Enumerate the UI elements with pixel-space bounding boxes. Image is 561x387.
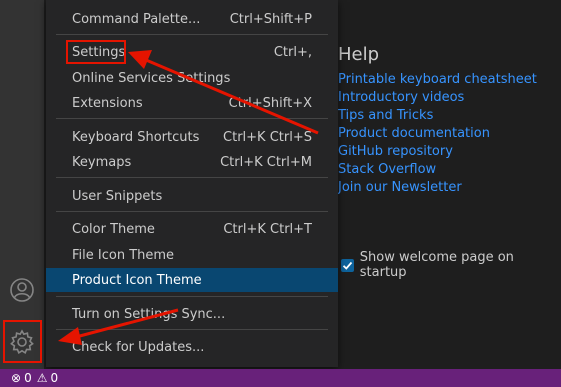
menu-separator: [56, 118, 328, 119]
menu-separator: [56, 211, 328, 212]
menu-item-shortcut: Ctrl+K Ctrl+T: [223, 221, 312, 237]
menu-item-label: Keymaps: [72, 154, 132, 170]
menu-item-command-palette[interactable]: Command Palette... Ctrl+Shift+P: [46, 7, 338, 31]
menu-separator: [56, 296, 328, 297]
gear-icon[interactable]: [0, 322, 44, 362]
welcome-checkbox[interactable]: [341, 258, 354, 272]
menu-item-label: Turn on Settings Sync...: [72, 306, 226, 322]
menu-item-product-icon-theme[interactable]: Product Icon Theme: [46, 268, 338, 292]
startup-option: Show welcome page on startup: [341, 250, 561, 280]
menu-item-label: Settings: [72, 44, 126, 60]
menu-item-file-icon-theme[interactable]: File Icon Theme: [46, 243, 338, 267]
menu-item-extensions[interactable]: Extensions Ctrl+Shift+X: [46, 91, 338, 115]
menu-item-label: Keyboard Shortcuts: [72, 129, 200, 145]
menu-item-shortcut: Ctrl+,: [273, 44, 312, 60]
help-link-github[interactable]: GitHub repository: [338, 143, 537, 161]
help-section: Help Printable keyboard cheatsheet Intro…: [338, 44, 537, 197]
menu-separator: [56, 177, 328, 178]
menu-item-keyboard-shortcuts[interactable]: Keyboard Shortcuts Ctrl+K Ctrl+S: [46, 125, 338, 149]
help-link-stackoverflow[interactable]: Stack Overflow: [338, 161, 537, 179]
menu-item-settings-sync[interactable]: Turn on Settings Sync...: [46, 302, 338, 326]
menu-item-label: Online Services Settings: [72, 70, 231, 86]
menu-item-label: Check for Updates...: [72, 339, 205, 355]
activity-bar: [0, 0, 44, 369]
welcome-checkbox-label: Show welcome page on startup: [359, 250, 514, 280]
menu-item-label: File Icon Theme: [72, 247, 175, 263]
warning-count[interactable]: 0: [50, 371, 58, 385]
help-title: Help: [338, 44, 380, 65]
menu-item-shortcut: Ctrl+K Ctrl+M: [220, 154, 312, 170]
menu-item-label: Color Theme: [72, 221, 155, 237]
help-link-newsletter[interactable]: Join our Newsletter: [338, 179, 537, 197]
warning-icon: ⚠: [36, 371, 48, 385]
menu-item-keymaps[interactable]: Keymaps Ctrl+K Ctrl+M: [46, 150, 338, 174]
help-link-cheatsheet[interactable]: Printable keyboard cheatsheet: [338, 71, 537, 89]
help-link-tips[interactable]: Tips and Tricks: [338, 107, 537, 125]
menu-item-shortcut: Ctrl+Shift+P: [229, 11, 312, 27]
account-icon[interactable]: [0, 270, 44, 310]
menu-item-online-services-settings[interactable]: Online Services Settings: [46, 66, 338, 90]
menu-item-label: Extensions: [72, 95, 143, 111]
error-icon: ⊗: [11, 371, 22, 385]
menu-item-user-snippets[interactable]: User Snippets: [46, 184, 338, 208]
menu-item-shortcut: Ctrl+K Ctrl+S: [223, 129, 312, 145]
manage-menu: Command Palette... Ctrl+Shift+P Settings…: [46, 0, 338, 367]
status-bar: ⊗ 0 ⚠ 0: [0, 369, 561, 387]
menu-item-label: Command Palette...: [72, 11, 201, 27]
check-icon: [342, 261, 353, 270]
menu-item-check-updates[interactable]: Check for Updates...: [46, 335, 338, 359]
menu-item-settings[interactable]: Settings Ctrl+,: [46, 40, 338, 64]
help-link-videos[interactable]: Introductory videos: [338, 89, 537, 107]
menu-item-label: Product Icon Theme: [72, 272, 202, 288]
help-link-docs[interactable]: Product documentation: [338, 125, 537, 143]
menu-item-shortcut: Ctrl+Shift+X: [228, 95, 312, 111]
menu-separator: [56, 34, 328, 35]
error-count[interactable]: 0: [24, 371, 32, 385]
menu-separator: [56, 329, 328, 330]
menu-item-color-theme[interactable]: Color Theme Ctrl+K Ctrl+T: [46, 217, 338, 241]
menu-item-label: User Snippets: [72, 188, 163, 204]
